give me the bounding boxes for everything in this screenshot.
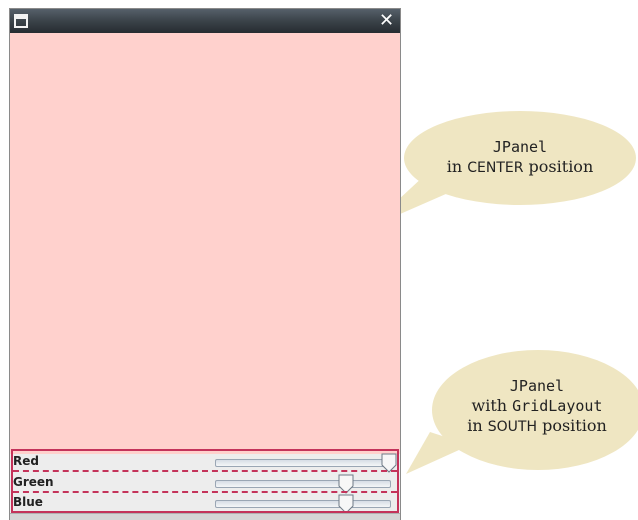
center-panel xyxy=(10,33,400,454)
app-window: ✕ Red Green Blue xyxy=(9,8,401,520)
maximize-icon[interactable] xyxy=(14,14,28,28)
callout-south-line1: JPanel xyxy=(509,377,565,395)
callout-center-text: JPanel in CENTER position xyxy=(410,137,630,178)
callout-south-line2: with GridLayout xyxy=(471,396,603,415)
close-icon[interactable]: ✕ xyxy=(378,12,395,30)
title-bar[interactable]: ✕ xyxy=(10,9,400,33)
callout-center-line2: in CENTER position xyxy=(446,157,594,176)
callout-center-line1: JPanel xyxy=(492,138,548,156)
callout-south-line3: in SOUTH position xyxy=(467,416,607,435)
window-bottom-edge xyxy=(10,513,400,520)
south-panel-annotation-frame xyxy=(11,449,399,513)
callout-south-text: JPanel with GridLayout in SOUTH position xyxy=(432,376,638,437)
